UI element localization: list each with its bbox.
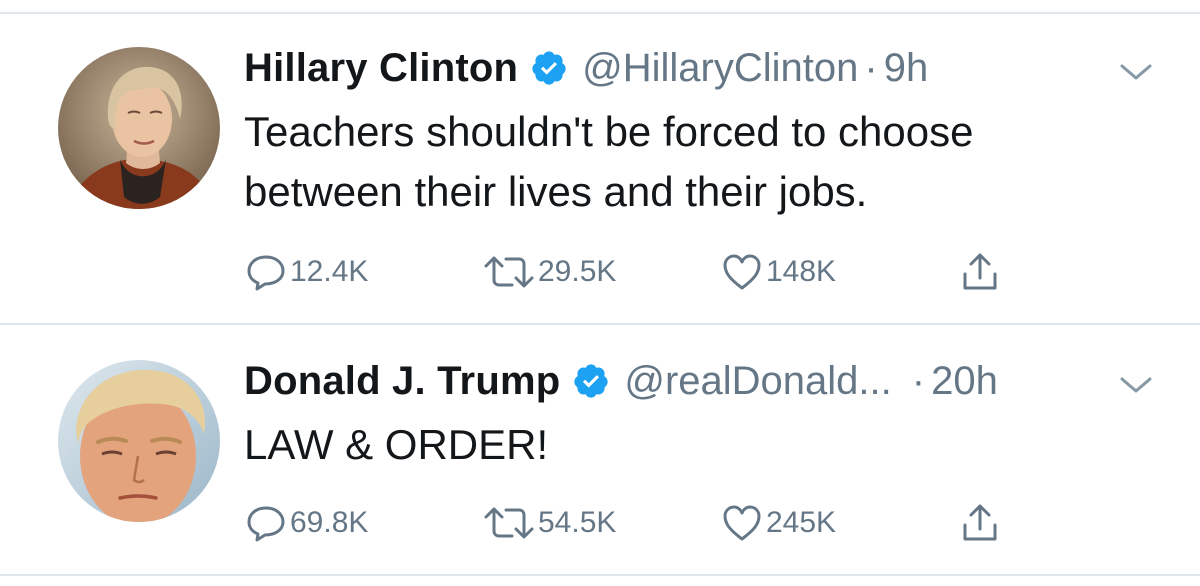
tweet-text-line: LAW & ORDER! — [244, 421, 549, 468]
avatar[interactable] — [58, 47, 220, 209]
retweet-count: 54.5K — [538, 506, 617, 539]
handle[interactable]: @realDonald... — [624, 359, 891, 404]
retweet-count: 29.5K — [538, 255, 617, 288]
handle[interactable]: @HillaryClinton — [582, 46, 858, 91]
share-button[interactable] — [960, 503, 1004, 543]
tweet-text: LAW & ORDER! — [244, 415, 1144, 475]
timestamp[interactable]: 9h — [884, 46, 929, 91]
reply-count: 69.8K — [290, 506, 369, 539]
timestamp[interactable]: 20h — [931, 359, 998, 404]
like-button[interactable]: 245K — [722, 503, 836, 543]
reply-count: 12.4K — [290, 255, 369, 288]
share-icon — [960, 503, 1004, 543]
reply-icon — [246, 503, 290, 543]
tweet-header: Donald J. Trump @realDonald... · 20h — [244, 355, 998, 407]
chevron-down-icon[interactable] — [1118, 373, 1154, 397]
tweet-text: Teachers shouldn't be forced to choose b… — [244, 102, 1144, 222]
verified-badge-icon — [530, 49, 568, 87]
reply-button[interactable]: 12.4K — [246, 252, 368, 292]
avatar[interactable] — [58, 360, 220, 522]
chevron-down-icon[interactable] — [1118, 60, 1154, 84]
tweet-header: Hillary Clinton @HillaryClinton · 9h — [244, 42, 928, 94]
tweet-text-line: between their lives and their jobs. — [244, 168, 868, 215]
retweet-button[interactable]: 54.5K — [482, 503, 616, 543]
tweet-hillary-clinton[interactable]: Hillary Clinton @HillaryClinton · 9h Tea… — [0, 0, 1200, 325]
separator-dot: · — [911, 358, 926, 403]
reply-button[interactable]: 69.8K — [246, 503, 368, 543]
heart-icon — [722, 252, 766, 292]
display-name[interactable]: Hillary Clinton — [244, 46, 518, 91]
like-count: 245K — [766, 506, 837, 539]
verified-badge-icon — [572, 362, 610, 400]
display-name[interactable]: Donald J. Trump — [244, 359, 560, 404]
retweet-button[interactable]: 29.5K — [482, 252, 616, 292]
tweet-actions: 69.8K 54.5K 245K — [246, 503, 1046, 543]
tweet-donald-trump[interactable]: Donald J. Trump @realDonald... · 20h LAW… — [0, 325, 1200, 575]
share-icon — [960, 252, 1004, 292]
like-button[interactable]: 148K — [722, 252, 836, 292]
separator-dot: · — [864, 45, 878, 90]
heart-icon — [722, 503, 766, 543]
share-button[interactable] — [960, 252, 1004, 292]
reply-icon — [246, 252, 290, 292]
tweet-text-line: Teachers shouldn't be forced to choose — [244, 108, 974, 155]
tweet-actions: 12.4K 29.5K 148K — [246, 252, 1046, 292]
like-count: 148K — [766, 255, 837, 288]
retweet-icon — [482, 503, 538, 543]
bottom-divider — [0, 574, 1200, 576]
retweet-icon — [482, 252, 538, 292]
